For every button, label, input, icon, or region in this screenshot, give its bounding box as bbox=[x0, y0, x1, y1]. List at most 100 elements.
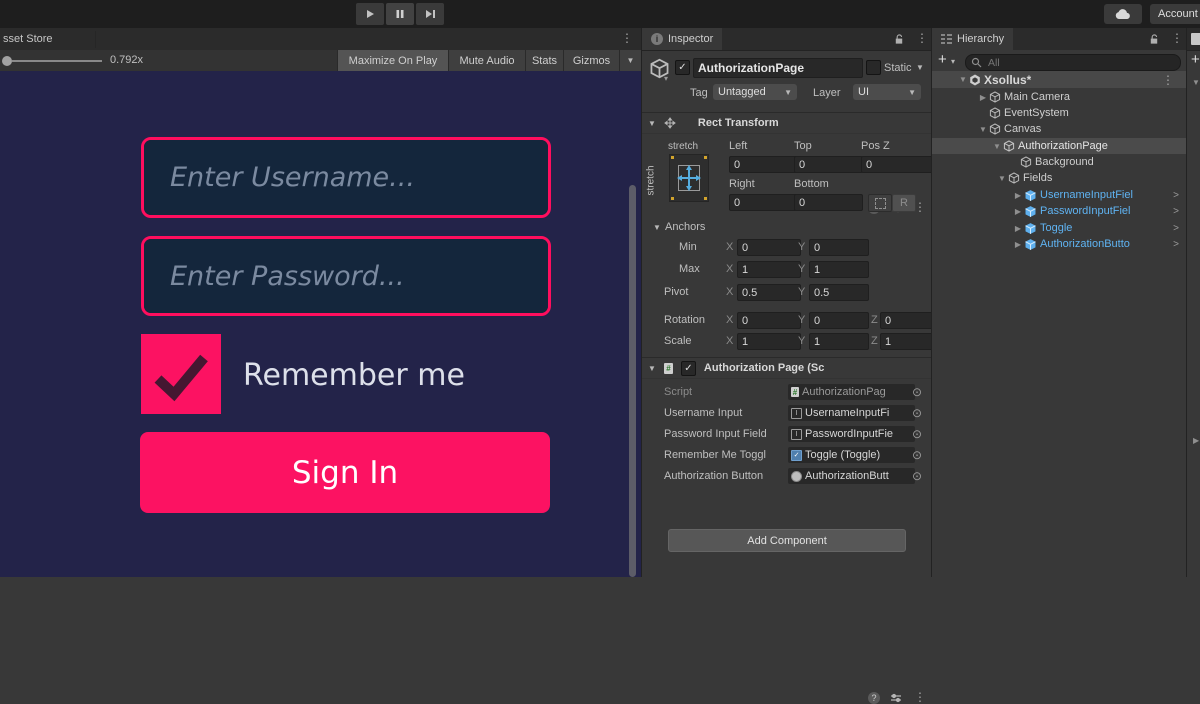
foldout-icon[interactable]: ▼ bbox=[957, 75, 969, 84]
stats-button[interactable]: Stats bbox=[525, 50, 563, 71]
game-view-scrollbar[interactable] bbox=[629, 185, 636, 577]
right-input[interactable]: 0 bbox=[729, 194, 798, 211]
username-field[interactable] bbox=[141, 137, 551, 218]
tree-row-authorizationbutton[interactable]: ▶ AuthorizationButto > bbox=[932, 236, 1187, 252]
top-input[interactable]: 0 bbox=[794, 156, 863, 173]
create-button[interactable]: + bbox=[938, 51, 947, 68]
scale-x-input[interactable]: 1 bbox=[737, 333, 801, 350]
step-button[interactable] bbox=[416, 3, 444, 25]
scale-y-input[interactable]: 1 bbox=[809, 333, 869, 350]
scale-z-input[interactable]: 1 bbox=[880, 333, 936, 350]
sign-in-button[interactable]: Sign In bbox=[140, 432, 550, 513]
tab-asset-store[interactable]: sset Store bbox=[3, 33, 53, 45]
anchors-min-x-input[interactable]: 0 bbox=[737, 239, 801, 256]
gizmos-button[interactable]: Gizmos bbox=[563, 50, 619, 71]
lock-icon[interactable] bbox=[1149, 34, 1159, 45]
tree-row-main-camera[interactable]: ▶ Main Camera bbox=[932, 89, 1187, 105]
play-button[interactable] bbox=[356, 3, 384, 25]
anchors-foldout-icon[interactable]: ▼ bbox=[653, 223, 661, 232]
foldout-icon[interactable]: ▼ bbox=[648, 364, 656, 373]
foldout-open-icon[interactable]: ▼ bbox=[977, 125, 989, 134]
tree-row-passwordinputfield[interactable]: ▶ PasswordInputFiel > bbox=[932, 203, 1187, 219]
anchor-preset-widget[interactable] bbox=[669, 154, 709, 202]
object-picker-icon[interactable]: ⊙ bbox=[912, 385, 922, 399]
object-picker-icon[interactable]: ⊙ bbox=[912, 448, 922, 462]
object-picker-icon[interactable]: ⊙ bbox=[912, 406, 922, 420]
rect-transform-header[interactable]: ▼ Rect Transform ? ⋮ bbox=[642, 112, 932, 134]
prefab-open-chevron[interactable]: > bbox=[1173, 190, 1179, 201]
pivot-x-input[interactable]: 0.5 bbox=[737, 284, 801, 301]
scale-slider-track[interactable] bbox=[12, 60, 102, 62]
tab-inspector[interactable]: i Inspector bbox=[642, 28, 722, 50]
tree-row-eventsystem[interactable]: EventSystem bbox=[932, 105, 1187, 121]
prefab-open-chevron[interactable]: > bbox=[1173, 223, 1179, 234]
prefab-open-chevron[interactable]: > bbox=[1173, 206, 1179, 217]
active-checkbox[interactable]: ✓ bbox=[675, 60, 690, 75]
mute-audio-button[interactable]: Mute Audio bbox=[448, 50, 525, 71]
anchors-max-y-input[interactable]: 1 bbox=[809, 261, 869, 278]
account-button[interactable]: Account bbox=[1150, 4, 1200, 24]
authorization-button-object-field[interactable]: AuthorizationButt bbox=[788, 468, 915, 484]
password-input-object-field[interactable]: I PasswordInputFie bbox=[788, 426, 915, 442]
gizmos-dropdown[interactable]: ▼ bbox=[619, 50, 641, 71]
layer-dropdown[interactable]: UI▼ bbox=[853, 84, 921, 100]
static-caret[interactable]: ▼ bbox=[916, 63, 924, 72]
foldout-open-icon[interactable]: ▼ bbox=[991, 142, 1003, 151]
tree-row-fields[interactable]: ▼ Fields bbox=[932, 170, 1187, 186]
object-picker-icon[interactable]: ⊙ bbox=[912, 427, 922, 441]
presets-icon[interactable] bbox=[890, 692, 902, 704]
pos-z-input[interactable]: 0 bbox=[861, 156, 933, 173]
search-input[interactable] bbox=[986, 56, 1175, 70]
game-panel-menu-icon[interactable]: ⋮ bbox=[621, 32, 633, 44]
scene-row[interactable]: ▼ Xsollus* ⋮ bbox=[932, 71, 1187, 88]
inspector-menu-icon[interactable]: ⋮ bbox=[916, 32, 928, 44]
gameobject-name-field[interactable]: AuthorizationPage bbox=[693, 58, 863, 78]
tree-row-background[interactable]: Background bbox=[932, 154, 1187, 170]
username-input[interactable] bbox=[144, 140, 548, 215]
foldout-open-icon[interactable]: ▼ bbox=[996, 174, 1008, 183]
tab-hierarchy[interactable]: Hierarchy bbox=[932, 28, 1013, 50]
maximize-on-play-button[interactable]: Maximize On Play bbox=[337, 50, 448, 71]
raw-mode-button[interactable]: R bbox=[892, 194, 916, 212]
bottom-input[interactable]: 0 bbox=[794, 194, 863, 211]
pause-button[interactable] bbox=[386, 3, 414, 25]
tree-row-usernameinputfield[interactable]: ▶ UsernameInputFiel > bbox=[932, 187, 1187, 203]
tag-dropdown[interactable]: Untagged▼ bbox=[713, 84, 797, 100]
script-enabled-checkbox[interactable]: ✓ bbox=[681, 361, 696, 376]
create-button[interactable]: + bbox=[1191, 51, 1200, 68]
password-field[interactable] bbox=[141, 236, 551, 316]
add-component-button[interactable]: Add Component bbox=[668, 529, 906, 552]
hierarchy-menu-icon[interactable]: ⋮ bbox=[1171, 32, 1183, 44]
tree-row-toggle[interactable]: ▶ Toggle > bbox=[932, 220, 1187, 236]
rotation-y-input[interactable]: 0 bbox=[809, 312, 869, 329]
foldout-icon[interactable]: ▼ bbox=[648, 119, 656, 128]
anchors-max-x-input[interactable]: 1 bbox=[737, 261, 801, 278]
pivot-y-input[interactable]: 0.5 bbox=[809, 284, 869, 301]
foldout-closed-icon[interactable]: ▶ bbox=[1193, 436, 1199, 445]
prefab-open-chevron[interactable]: > bbox=[1173, 239, 1179, 250]
rotation-z-input[interactable]: 0 bbox=[880, 312, 936, 329]
static-checkbox[interactable] bbox=[866, 60, 881, 75]
help-icon[interactable]: ? bbox=[868, 692, 880, 704]
foldout-closed-icon[interactable]: ▶ bbox=[1012, 224, 1024, 233]
left-input[interactable]: 0 bbox=[729, 156, 798, 173]
foldout-closed-icon[interactable]: ▶ bbox=[1012, 240, 1024, 249]
foldout-open-icon[interactable]: ▼ bbox=[1192, 78, 1200, 87]
hierarchy-search[interactable] bbox=[965, 54, 1181, 71]
gameobject-icon-caret[interactable]: ▾ bbox=[664, 74, 668, 83]
component-menu-icon[interactable]: ⋮ bbox=[914, 691, 926, 703]
rotation-x-input[interactable]: 0 bbox=[737, 312, 801, 329]
foldout-closed-icon[interactable]: ▶ bbox=[977, 93, 989, 102]
foldout-closed-icon[interactable]: ▶ bbox=[1012, 191, 1024, 200]
anchors-min-y-input[interactable]: 0 bbox=[809, 239, 869, 256]
scene-menu-icon[interactable]: ⋮ bbox=[1162, 74, 1174, 86]
foldout-closed-icon[interactable]: ▶ bbox=[1012, 207, 1024, 216]
toggle-object-field[interactable]: ✓ Toggle (Toggle) bbox=[788, 447, 915, 463]
object-picker-icon[interactable]: ⊙ bbox=[912, 469, 922, 483]
cloud-button[interactable] bbox=[1104, 4, 1142, 24]
tree-row-authorizationpage-selected[interactable]: ▼ AuthorizationPage bbox=[932, 138, 1187, 154]
remember-me-checkbox[interactable] bbox=[141, 334, 221, 414]
scale-slider-knob[interactable] bbox=[2, 56, 12, 66]
script-object-field[interactable]: # AuthorizationPag bbox=[788, 384, 915, 400]
lock-icon[interactable] bbox=[894, 34, 904, 45]
